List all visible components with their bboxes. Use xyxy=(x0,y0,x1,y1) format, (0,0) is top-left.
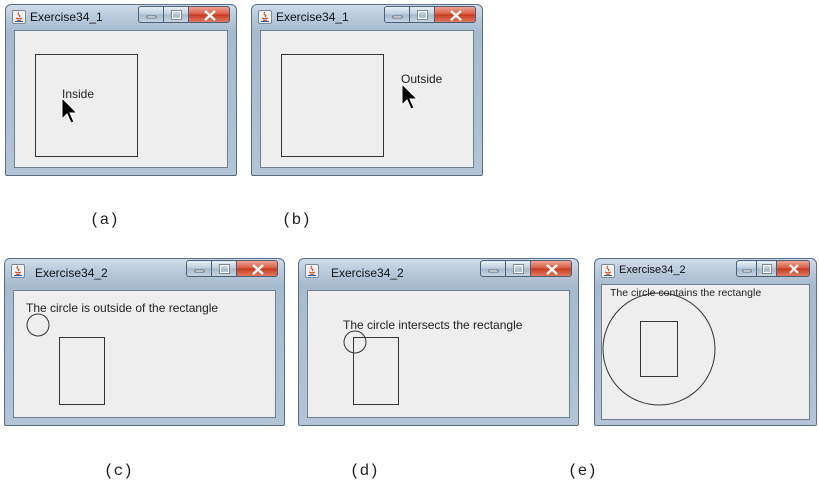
title-bar[interactable]: Exercise34_1 xyxy=(252,5,482,29)
title-bar[interactable]: Exercise34_1 xyxy=(6,5,236,29)
content-panel: The circle is outside of the rectangle xyxy=(13,290,276,418)
figure-caption-c: (c) xyxy=(104,462,133,480)
drawing-canvas xyxy=(602,292,716,406)
minimize-button[interactable] xyxy=(480,260,505,277)
minimize-icon xyxy=(146,15,157,19)
java-icon xyxy=(11,264,25,278)
maximize-button[interactable] xyxy=(409,6,434,23)
minimize-button[interactable] xyxy=(384,6,409,23)
maximize-button[interactable] xyxy=(163,6,188,23)
rectangle xyxy=(35,54,138,157)
figure-caption-a: (a) xyxy=(90,211,119,229)
maximize-icon xyxy=(219,264,230,274)
close-icon xyxy=(252,264,264,275)
window-d: Exercise34_2 The circle intersects the r… xyxy=(298,258,579,426)
minimize-icon xyxy=(392,15,403,19)
figure-caption-e: (e) xyxy=(568,462,597,480)
minimize-button[interactable] xyxy=(186,260,211,277)
java-icon xyxy=(601,264,615,278)
mouse-pointer-icon xyxy=(61,97,79,124)
circle xyxy=(26,313,50,337)
minimize-icon xyxy=(488,269,499,273)
maximize-icon xyxy=(171,10,182,20)
figure-caption-d: (d) xyxy=(350,462,379,480)
maximize-icon xyxy=(513,264,524,274)
window-title: Exercise34_1 xyxy=(276,10,349,24)
window-e: Exercise34_2 The circle contains the rec… xyxy=(594,258,817,426)
content-panel: Inside xyxy=(14,30,228,168)
window-c: Exercise34_2 The circle is outside of th… xyxy=(4,258,285,426)
close-icon xyxy=(450,10,462,21)
circle xyxy=(343,330,367,354)
minimize-icon xyxy=(194,269,205,273)
title-bar[interactable]: Exercise34_2 xyxy=(595,259,816,283)
window-title: Exercise34_1 xyxy=(30,10,103,24)
content-panel: The circle intersects the rectangle xyxy=(307,290,570,418)
close-button[interactable] xyxy=(188,6,230,23)
close-button[interactable] xyxy=(236,260,278,277)
close-icon xyxy=(204,10,216,21)
close-icon xyxy=(789,264,799,274)
mouse-pointer-icon xyxy=(401,83,419,110)
window-a: Exercise34_1 Inside xyxy=(5,4,237,176)
figure-caption-b: (b) xyxy=(282,211,311,229)
rectangle xyxy=(281,54,384,157)
title-bar[interactable]: Exercise34_2 xyxy=(5,259,284,283)
maximize-button[interactable] xyxy=(211,260,236,277)
close-icon xyxy=(546,264,558,275)
drawing-canvas xyxy=(281,54,384,157)
close-button[interactable] xyxy=(530,260,572,277)
maximize-icon xyxy=(417,10,428,20)
minimize-button[interactable] xyxy=(138,6,163,23)
maximize-button[interactable] xyxy=(756,260,776,277)
java-icon xyxy=(305,264,319,278)
window-b: Exercise34_1 Outside xyxy=(251,4,483,176)
java-icon xyxy=(12,10,26,24)
rectangle xyxy=(640,321,678,377)
close-button[interactable] xyxy=(776,260,810,277)
circle xyxy=(602,292,716,406)
java-icon xyxy=(258,10,272,24)
title-bar[interactable]: Exercise34_2 xyxy=(299,259,578,283)
minimize-icon xyxy=(742,269,752,273)
content-panel: Outside xyxy=(260,30,474,168)
rectangle xyxy=(353,337,399,405)
drawing-canvas xyxy=(35,54,138,157)
status-message: The circle contains the rectangle xyxy=(610,287,762,299)
status-message: The circle intersects the rectangle xyxy=(343,318,523,332)
window-title: Exercise34_2 xyxy=(331,266,404,280)
drawing-canvas xyxy=(343,330,399,405)
status-message: The circle is outside of the rectangle xyxy=(26,301,219,315)
window-title: Exercise34_2 xyxy=(619,264,686,276)
rectangle xyxy=(59,337,105,405)
maximize-button[interactable] xyxy=(505,260,530,277)
window-title: Exercise34_2 xyxy=(35,266,108,280)
maximize-icon xyxy=(762,264,772,274)
close-button[interactable] xyxy=(434,6,476,23)
minimize-button[interactable] xyxy=(736,260,756,277)
content-panel: The circle contains the rectangle xyxy=(601,284,810,420)
